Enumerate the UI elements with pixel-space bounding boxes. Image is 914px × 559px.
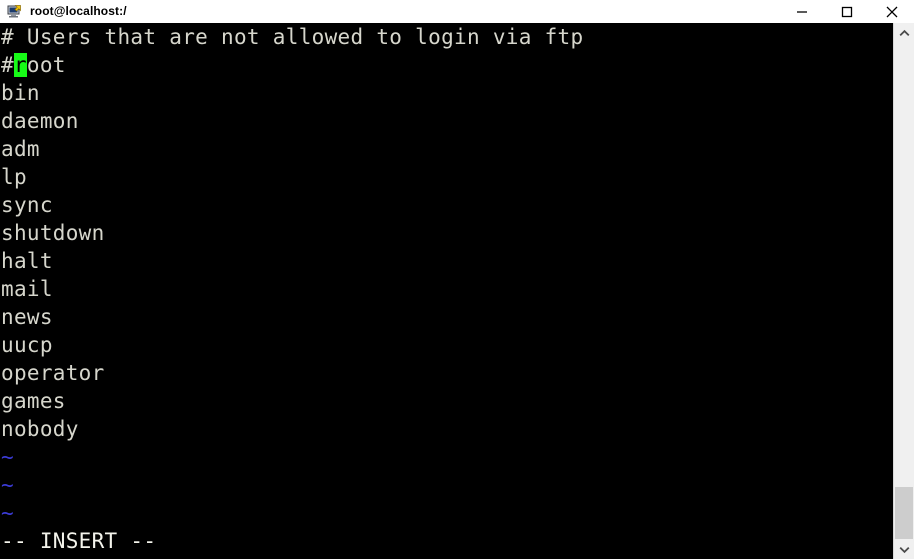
terminal-line: nobody <box>1 417 79 441</box>
scrollbar-thumb[interactable] <box>895 487 913 541</box>
terminal-screen[interactable]: # Users that are not allowed to login vi… <box>0 23 893 559</box>
terminal-line: halt <box>1 249 53 273</box>
terminal-line: daemon <box>1 109 79 133</box>
text-cursor: r <box>13 53 27 77</box>
terminal-line: adm <box>1 137 40 161</box>
terminal-line: #root <box>1 53 66 77</box>
terminal-shortcut-icon <box>5 3 23 21</box>
terminal-line: games <box>1 389 66 413</box>
scroll-down-button[interactable] <box>894 539 914 559</box>
terminal-line: ~ <box>1 445 14 469</box>
terminal-window: root@localhost:/ # Users that are not al… <box>0 0 914 559</box>
close-button[interactable] <box>869 0 914 23</box>
terminal-line: ~ <box>1 473 14 497</box>
terminal-line: uucp <box>1 333 53 357</box>
scroll-up-button[interactable] <box>894 23 914 43</box>
terminal-line: sync <box>1 193 53 217</box>
close-icon <box>886 6 897 17</box>
terminal-line: bin <box>1 81 40 105</box>
terminal-line: -- INSERT -- <box>1 529 157 553</box>
terminal-line: news <box>1 305 53 329</box>
terminal-line: mail <box>1 277 53 301</box>
terminal-text-area: # Users that are not allowed to login vi… <box>0 23 893 555</box>
vertical-scrollbar[interactable] <box>893 23 914 559</box>
maximize-button[interactable] <box>824 0 869 23</box>
scrollbar-track[interactable] <box>894 43 914 541</box>
minimize-button[interactable] <box>779 0 824 23</box>
maximize-icon <box>841 6 852 17</box>
terminal-line: lp <box>1 165 27 189</box>
chevron-up-icon <box>899 29 909 36</box>
window-title: root@localhost:/ <box>30 4 127 18</box>
terminal-line: ~ <box>1 501 14 525</box>
minimize-icon <box>796 10 807 13</box>
chevron-down-icon <box>899 546 909 553</box>
terminal-line: operator <box>1 361 105 385</box>
terminal-line: shutdown <box>1 221 105 245</box>
window-controls <box>779 0 914 23</box>
title-bar[interactable]: root@localhost:/ <box>0 0 914 23</box>
terminal-line: # Users that are not allowed to login vi… <box>1 25 584 49</box>
